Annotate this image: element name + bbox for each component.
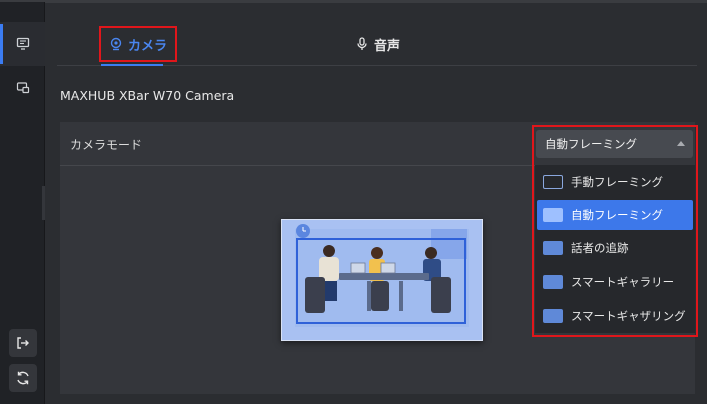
main-top-line — [45, 0, 707, 3]
logout-button[interactable] — [9, 329, 37, 357]
option-label: スマートギャラリー — [571, 275, 675, 289]
auto-framing-icon — [543, 208, 563, 222]
option-label: 自動フレーミング — [571, 208, 663, 222]
refresh-icon — [17, 371, 29, 385]
tab-camera[interactable]: カメラ — [99, 26, 178, 62]
option-auto-framing[interactable]: 自動フレーミング — [537, 200, 693, 230]
microphone-icon — [357, 37, 367, 50]
option-label: 話者の追跡 — [571, 241, 629, 255]
speaker-tracking-icon — [543, 241, 563, 255]
option-speaker-tracking[interactable]: 話者の追跡 — [537, 233, 693, 263]
option-label: 手動フレーミング — [571, 175, 663, 189]
option-manual-framing[interactable]: 手動フレーミング — [537, 167, 693, 197]
tab-bar: カメラ 音声 — [57, 22, 697, 66]
option-label: スマートギャザリング — [571, 309, 686, 323]
rail-item-display[interactable] — [0, 22, 45, 66]
smart-gathering-icon — [543, 309, 563, 323]
refresh-button[interactable] — [9, 364, 37, 392]
tab-audio[interactable]: 音声 — [355, 26, 400, 62]
camera-mode-label: カメラモード — [70, 138, 143, 152]
screen-share-icon — [16, 82, 29, 94]
tab-camera-label: カメラ — [128, 38, 168, 54]
logout-icon — [17, 337, 29, 349]
rail-item-screen[interactable] — [0, 66, 45, 110]
active-tab-indicator — [101, 64, 163, 66]
meeting-room-illustration — [281, 219, 483, 341]
option-smart-gathering[interactable]: スマートギャザリング — [537, 301, 693, 331]
camera-mode-dropdown: 手動フレーミング 自動フレーミング 話者の追跡 スマートギャラリー スマートギャ… — [535, 165, 695, 333]
option-smart-gallery[interactable]: スマートギャラリー — [537, 267, 693, 297]
manual-framing-icon — [543, 175, 563, 189]
camera-icon — [110, 37, 122, 51]
monitor-icon — [16, 37, 29, 50]
device-name: MAXHUB XBar W70 Camera — [60, 88, 235, 103]
left-rail — [0, 0, 45, 404]
framing-preview-illustration — [281, 219, 483, 341]
tab-audio-label: 音声 — [374, 38, 401, 54]
rail-top-line — [0, 0, 45, 2]
smart-gallery-icon — [543, 275, 563, 289]
